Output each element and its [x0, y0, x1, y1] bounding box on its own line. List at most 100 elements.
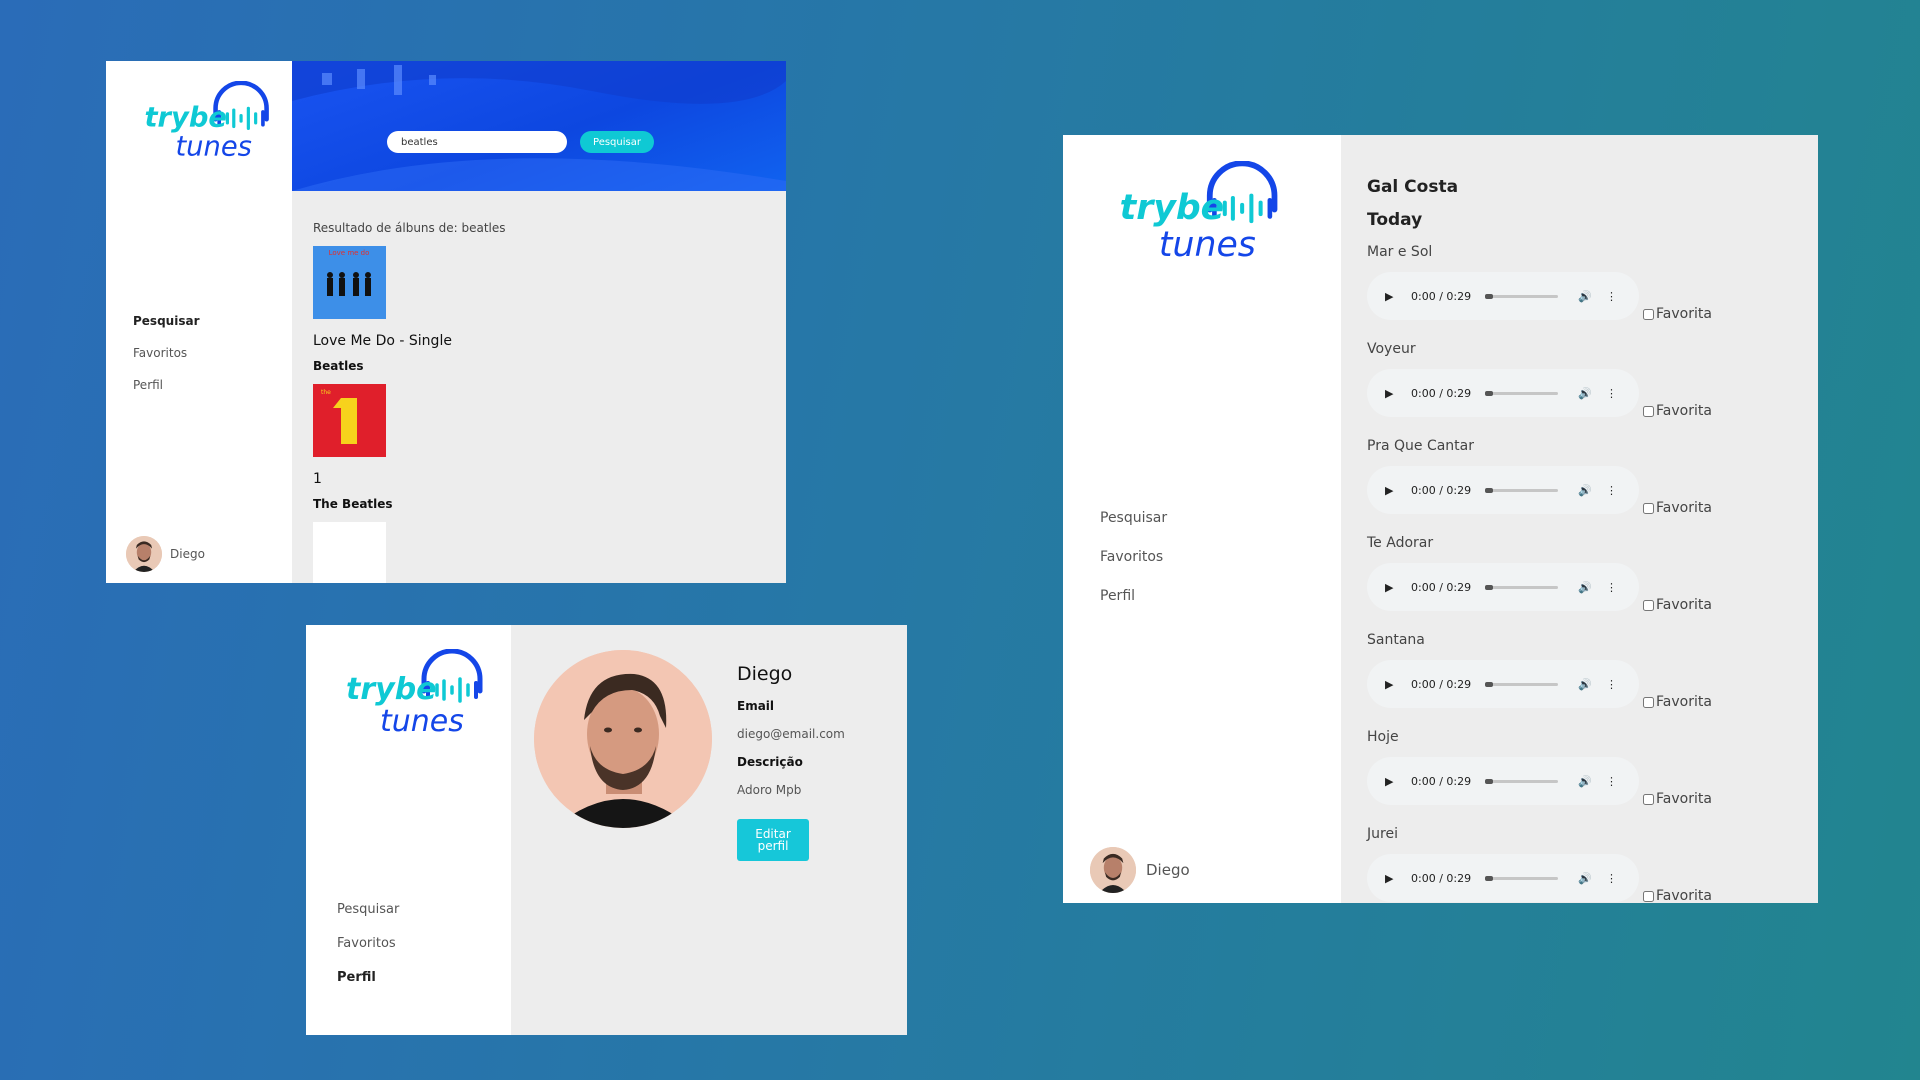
album-cover[interactable]: Love me do — [313, 246, 386, 319]
progress-bar[interactable] — [1485, 681, 1558, 687]
audio-player[interactable]: ▶ 0:00 / 0:29 🔊 ⋮ — [1367, 563, 1639, 611]
more-options-icon[interactable]: ⋮ — [1606, 775, 1617, 788]
profile-photo — [534, 650, 712, 828]
volume-icon[interactable]: 🔊 — [1578, 678, 1594, 691]
search-banner: Pesquisar — [292, 61, 786, 191]
more-options-icon[interactable]: ⋮ — [1606, 581, 1617, 594]
nav-perfil[interactable]: Perfil — [337, 970, 399, 985]
progress-knob[interactable] — [1485, 778, 1493, 784]
album-cover[interactable]: the — [313, 384, 386, 457]
nav-perfil[interactable]: Perfil — [133, 378, 199, 392]
player-time: 0:00 / 0:29 — [1411, 871, 1472, 885]
album-cover[interactable] — [313, 522, 386, 583]
logo-text-trybe: trybe — [144, 103, 226, 134]
track-row: Te Adorar ▶ 0:00 / 0:29 🔊 ⋮ Favorita — [1367, 535, 1712, 632]
progress-knob[interactable] — [1485, 390, 1493, 396]
play-icon[interactable]: ▶ — [1385, 872, 1403, 885]
favorite-label: Favorita — [1656, 306, 1712, 322]
album-header: Gal Costa Today — [1367, 177, 1458, 230]
audio-player[interactable]: ▶ 0:00 / 0:29 🔊 ⋮ — [1367, 272, 1639, 320]
favorite-toggle[interactable]: Favorita — [1643, 403, 1712, 419]
nav-pesquisar[interactable]: Pesquisar — [133, 314, 199, 328]
play-icon[interactable]: ▶ — [1385, 484, 1403, 497]
more-options-icon[interactable]: ⋮ — [1606, 678, 1617, 691]
player-time: 0:00 / 0:29 — [1411, 677, 1472, 691]
track-name: Jurei — [1367, 826, 1398, 842]
user-name: Diego — [1146, 861, 1190, 879]
play-icon[interactable]: ▶ — [1385, 678, 1403, 691]
nav-perfil[interactable]: Perfil — [1100, 588, 1167, 604]
nav-pesquisar[interactable]: Pesquisar — [1100, 510, 1167, 526]
audio-player[interactable]: ▶ 0:00 / 0:29 🔊 ⋮ — [1367, 757, 1639, 805]
volume-icon[interactable]: 🔊 — [1578, 484, 1594, 497]
avatar — [126, 536, 162, 572]
more-options-icon[interactable]: ⋮ — [1606, 484, 1617, 497]
player-time: 0:00 / 0:29 — [1411, 774, 1472, 788]
progress-bar[interactable] — [1485, 487, 1558, 493]
volume-icon[interactable]: 🔊 — [1578, 775, 1594, 788]
audio-player[interactable]: ▶ 0:00 / 0:29 🔊 ⋮ — [1367, 466, 1639, 514]
svg-text:Love me do: Love me do — [329, 249, 370, 257]
album-card[interactable]: the 1 The Beatles — [313, 384, 506, 511]
favorite-toggle[interactable]: Favorita — [1643, 694, 1712, 710]
favorite-checkbox[interactable] — [1643, 599, 1654, 611]
favorite-checkbox[interactable] — [1643, 696, 1654, 708]
play-icon[interactable]: ▶ — [1385, 290, 1403, 303]
volume-icon[interactable]: 🔊 — [1578, 581, 1594, 594]
more-options-icon[interactable]: ⋮ — [1606, 387, 1617, 400]
album-card[interactable] — [313, 522, 506, 583]
favorite-toggle[interactable]: Favorita — [1643, 500, 1712, 516]
progress-bar[interactable] — [1485, 584, 1558, 590]
favorite-toggle[interactable]: Favorita — [1643, 791, 1712, 807]
progress-knob[interactable] — [1485, 875, 1493, 881]
favorite-label: Favorita — [1656, 694, 1712, 710]
volume-icon[interactable]: 🔊 — [1578, 387, 1594, 400]
volume-icon[interactable]: 🔊 — [1578, 290, 1594, 303]
favorite-checkbox[interactable] — [1643, 405, 1654, 417]
favorite-label: Favorita — [1656, 500, 1712, 516]
more-options-icon[interactable]: ⋮ — [1606, 872, 1617, 885]
search-input[interactable] — [387, 131, 567, 153]
audio-player[interactable]: ▶ 0:00 / 0:29 🔊 ⋮ — [1367, 369, 1639, 417]
favorite-checkbox[interactable] — [1643, 793, 1654, 805]
progress-knob[interactable] — [1485, 487, 1493, 493]
progress-knob[interactable] — [1485, 293, 1493, 299]
track-name: Mar e Sol — [1367, 244, 1433, 260]
edit-profile-button[interactable]: Editar perfil — [737, 819, 809, 861]
progress-bar[interactable] — [1485, 390, 1558, 396]
progress-bar[interactable] — [1485, 293, 1558, 299]
play-icon[interactable]: ▶ — [1385, 775, 1403, 788]
progress-bar[interactable] — [1485, 875, 1558, 881]
more-options-icon[interactable]: ⋮ — [1606, 290, 1617, 303]
progress-bar[interactable] — [1485, 778, 1558, 784]
nav-favoritos[interactable]: Favoritos — [133, 346, 199, 360]
nav-favoritos[interactable]: Favoritos — [337, 936, 399, 951]
favorite-checkbox[interactable] — [1643, 502, 1654, 514]
favorite-checkbox[interactable] — [1643, 308, 1654, 320]
nav-pesquisar[interactable]: Pesquisar — [337, 902, 399, 917]
favorite-toggle[interactable]: Favorita — [1643, 888, 1712, 903]
play-icon[interactable]: ▶ — [1385, 387, 1403, 400]
favorite-checkbox[interactable] — [1643, 890, 1654, 902]
album-name: Today — [1367, 210, 1423, 230]
favorite-label: Favorita — [1656, 403, 1712, 419]
favorite-toggle[interactable]: Favorita — [1643, 306, 1712, 322]
audio-player[interactable]: ▶ 0:00 / 0:29 🔊 ⋮ — [1367, 660, 1639, 708]
progress-knob[interactable] — [1485, 681, 1493, 687]
logo-text-tunes: tunes — [1159, 225, 1256, 265]
search-button[interactable]: Pesquisar — [580, 131, 654, 153]
user-badge: Diego — [126, 536, 205, 572]
album-title: Love Me Do - Single — [313, 333, 452, 349]
progress-knob[interactable] — [1485, 584, 1493, 590]
track-row: Santana ▶ 0:00 / 0:29 🔊 ⋮ Favorita — [1367, 632, 1712, 729]
album-artist: The Beatles — [313, 497, 393, 511]
logo-text-trybe: trybe — [346, 672, 437, 707]
banner-wave-graphic — [292, 61, 786, 191]
search-screenshot: trybe tunes Pesquisar Favoritos Perfil D… — [106, 61, 786, 583]
volume-icon[interactable]: 🔊 — [1578, 872, 1594, 885]
nav-favoritos[interactable]: Favoritos — [1100, 549, 1167, 565]
audio-player[interactable]: ▶ 0:00 / 0:29 🔊 ⋮ — [1367, 854, 1639, 902]
album-card[interactable]: Love me do Love Me Do - Single Beatles — [313, 246, 506, 373]
play-icon[interactable]: ▶ — [1385, 581, 1403, 594]
favorite-toggle[interactable]: Favorita — [1643, 597, 1712, 613]
